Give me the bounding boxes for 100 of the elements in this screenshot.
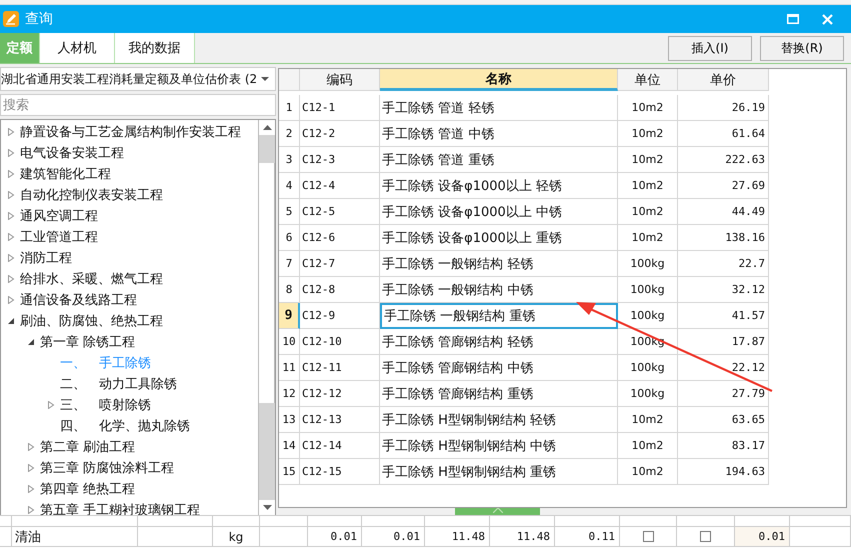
collapsed-triangle-icon[interactable] — [27, 506, 35, 514]
table-cell: 手工除锈 一般钢结构 中锈 — [380, 277, 618, 303]
table-cell: 手工除锈 设备φ1000以上 轻锈 — [380, 173, 618, 199]
tree-item[interactable]: 通风空调工程 — [20, 206, 98, 224]
table-cell: 手工除锈 H型钢制钢结构 轻锈 — [380, 407, 618, 433]
table-cell: 100kg — [618, 251, 678, 277]
tree-item[interactable]: 二、 动力工具除锈 — [60, 374, 177, 392]
collapsed-triangle-icon[interactable] — [27, 484, 35, 492]
row-number: 3 — [279, 147, 300, 173]
scroll-up-icon[interactable] — [262, 125, 272, 130]
table-cell: 手工除锈 一般钢结构 轻锈 — [380, 251, 618, 277]
tree-item[interactable]: 通信设备及线路工程 — [20, 290, 137, 308]
table-cell: 22.7 — [678, 251, 769, 277]
row-number: 15 — [279, 459, 300, 485]
row-number: 9 — [279, 303, 300, 329]
table-cell: 手工除锈 管廊钢结构 轻锈 — [380, 329, 618, 355]
tree-item[interactable]: 第二章 刷油工程 — [40, 438, 136, 456]
row-number: 14 — [279, 433, 300, 459]
action-button[interactable]: 插入(I) — [668, 36, 752, 60]
collapsed-triangle-icon[interactable] — [47, 400, 55, 408]
tree-item[interactable]: 第五章 手工糊衬玻璃钢工程 — [40, 500, 200, 515]
tree-item[interactable]: 消防工程 — [20, 248, 72, 266]
row-number: 1 — [279, 95, 300, 121]
table-cell: 手工除锈 设备φ1000以上 中锈 — [380, 199, 618, 225]
window-title: 查询 — [25, 10, 53, 28]
collapsed-triangle-icon[interactable] — [7, 254, 15, 262]
scroll-down-icon[interactable] — [262, 505, 272, 510]
table-cell: 138.16 — [678, 225, 769, 251]
tree-item[interactable]: 四、 化学、抛丸除锈 — [60, 416, 190, 434]
table-cell: 41.57 — [678, 303, 769, 329]
scroll-thumb[interactable] — [259, 163, 275, 403]
close-icon[interactable] — [822, 14, 833, 24]
table-cell: 手工除锈 管道 中锈 — [380, 121, 618, 147]
table-cell: C12-3 — [300, 147, 380, 173]
table-cell: 61.64 — [678, 121, 769, 147]
tree-item[interactable]: 建筑智能化工程 — [20, 164, 111, 182]
table-cell: 手工除锈 H型钢制钢结构 重锈 — [380, 459, 618, 485]
tree-item[interactable]: 静置设备与工艺金属结构制作安装工程 — [20, 122, 241, 140]
column-header[interactable]: 单位 — [618, 69, 678, 91]
collapsed-triangle-icon[interactable] — [7, 212, 15, 220]
table-cell: C12-12 — [300, 381, 380, 407]
column-header[interactable]: 名称 — [380, 69, 618, 91]
row-number: 11 — [279, 355, 300, 381]
table-cell: 22.12 — [678, 355, 769, 381]
column-header[interactable]: 单价 — [678, 69, 769, 91]
collapsed-triangle-icon[interactable] — [27, 464, 35, 472]
table-cell: 10m2 — [618, 121, 678, 147]
splitter-handle[interactable] — [455, 508, 540, 515]
table-cell: 17.87 — [678, 329, 769, 355]
table-cell: C12-1 — [300, 95, 380, 121]
tab[interactable]: 我的数据 — [115, 33, 195, 63]
collapsed-triangle-icon[interactable] — [7, 128, 15, 136]
collapsed-triangle-icon[interactable] — [7, 232, 15, 240]
tree-item[interactable]: 第三章 防腐蚀涂料工程 — [40, 458, 174, 476]
table-cell: 10m2 — [618, 95, 678, 121]
table-cell: 32.12 — [678, 277, 769, 303]
collapsed-triangle-icon[interactable] — [7, 274, 15, 282]
table-cell: 10m2 — [618, 459, 678, 485]
tree-item[interactable]: 第四章 绝热工程 — [40, 480, 136, 498]
table-cell: 100kg — [618, 277, 678, 303]
table-cell: 0.01 — [308, 527, 362, 546]
checkbox[interactable] — [700, 531, 711, 542]
table-cell: 222.63 — [678, 147, 769, 173]
checkbox[interactable] — [642, 531, 654, 542]
expanded-triangle-icon[interactable] — [27, 338, 35, 346]
collapsed-triangle-icon[interactable] — [7, 296, 15, 304]
table-cell: C12-4 — [300, 173, 380, 199]
table-cell: 清油 — [12, 527, 138, 546]
search-field[interactable]: 搜索 — [0, 94, 276, 116]
table-cell: C12-6 — [300, 225, 380, 251]
library-dropdown[interactable]: 湖北省通用安装工程消耗量定额及单位估价表 (2 — [0, 67, 276, 91]
tab[interactable]: 人材机 — [40, 33, 115, 63]
table-cell: 0.01 — [362, 527, 425, 546]
table-cell: 194.63 — [678, 459, 769, 485]
tree-item[interactable]: 工业管道工程 — [20, 228, 98, 246]
action-button[interactable]: 替换(R) — [760, 36, 844, 60]
table-cell: kg — [213, 527, 260, 546]
table-cell: 26.19 — [678, 95, 769, 121]
table-cell: 10m2 — [618, 147, 678, 173]
maximize-icon[interactable] — [787, 14, 799, 24]
table-cell: 手工除锈 管廊钢结构 重锈 — [380, 381, 618, 407]
tree-item[interactable]: 第一章 除锈工程 — [40, 332, 136, 350]
table-cell: C12-5 — [300, 199, 380, 225]
table-cell: 83.17 — [678, 433, 769, 459]
tree-item[interactable]: 三、 喷射除锈 — [60, 396, 151, 414]
tree-item[interactable]: 给排水、采暖、燃气工程 — [20, 270, 163, 288]
collapsed-triangle-icon[interactable] — [7, 170, 15, 178]
expanded-triangle-icon[interactable] — [7, 316, 15, 324]
table-cell: C12-11 — [300, 355, 380, 381]
collapsed-triangle-icon[interactable] — [7, 190, 15, 198]
tree-item[interactable]: 刷油、防腐蚀、绝热工程 — [20, 312, 163, 330]
column-header[interactable]: 编码 — [300, 69, 380, 91]
table-cell: 手工除锈 一般钢结构 重锈 — [380, 303, 618, 329]
collapsed-triangle-icon[interactable] — [27, 442, 35, 450]
table-cell: C12-10 — [300, 329, 380, 355]
tree-item[interactable]: 电气设备安装工程 — [20, 144, 124, 162]
collapsed-triangle-icon[interactable] — [7, 148, 15, 156]
tree-item[interactable]: 自动化控制仪表安装工程 — [20, 186, 163, 204]
table-cell: 10m2 — [618, 199, 678, 225]
table-cell: 手工除锈 管道 重锈 — [380, 147, 618, 173]
